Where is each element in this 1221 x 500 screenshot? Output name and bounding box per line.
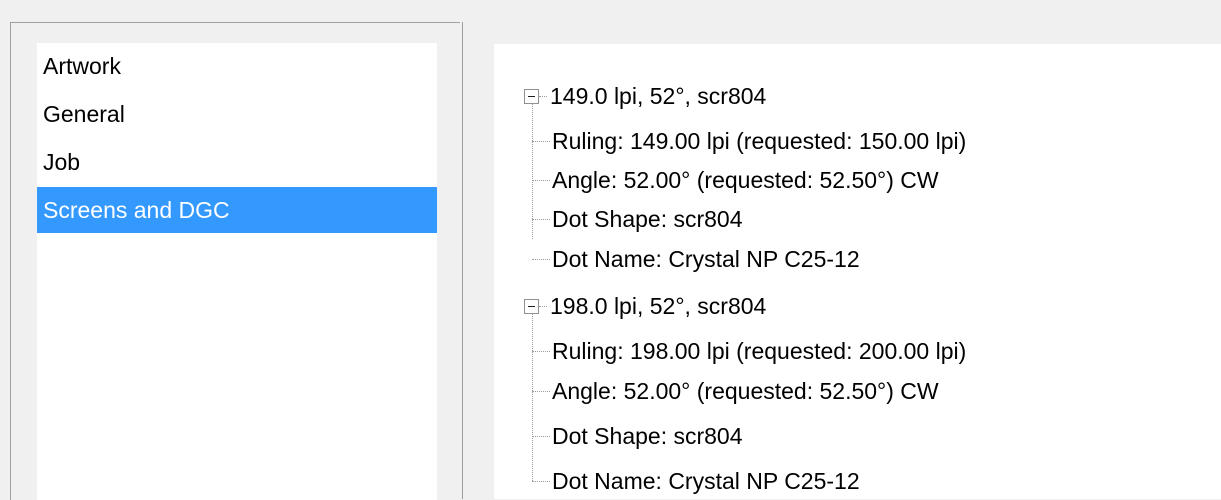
tree-leaf-dot-shape[interactable]: Dot Shape: scr804 (552, 205, 743, 233)
tree-node-screen-1[interactable]: 149.0 lpi, 52°, scr804 (550, 82, 766, 110)
category-item-job[interactable]: Job (37, 139, 437, 185)
tree-connector (532, 219, 550, 220)
tree-leaf-ruling[interactable]: Ruling: 149.00 lpi (requested: 150.00 lp… (552, 127, 966, 155)
screens-tree[interactable]: 149.0 lpi, 52°, scr804 Ruling: 149.00 lp… (494, 44, 1221, 499)
panel-splitter[interactable] (462, 22, 466, 499)
tree-connector (532, 259, 550, 260)
category-list-panel: Artwork General Job Screens and DGC (10, 22, 460, 500)
category-item-general[interactable]: General (37, 91, 437, 137)
tree-leaf-ruling[interactable]: Ruling: 198.00 lpi (requested: 200.00 lp… (552, 337, 966, 365)
tree-connector (532, 314, 533, 481)
tree-node-screen-2[interactable]: 198.0 lpi, 52°, scr804 (550, 292, 766, 320)
screens-tree-panel: 149.0 lpi, 52°, scr804 Ruling: 149.00 lp… (468, 22, 1221, 499)
category-list[interactable]: Artwork General Job Screens and DGC (37, 43, 437, 500)
tree-connector (539, 96, 547, 97)
collapse-toggle-icon[interactable] (524, 299, 539, 314)
tree-connector (539, 306, 547, 307)
tree-leaf-angle[interactable]: Angle: 52.00° (requested: 52.50°) CW (552, 166, 939, 194)
tree-connector (532, 180, 550, 181)
category-item-screens-and-dgc[interactable]: Screens and DGC (37, 187, 437, 233)
tree-connector (532, 351, 550, 352)
category-item-artwork[interactable]: Artwork (37, 43, 437, 89)
tree-leaf-dot-name[interactable]: Dot Name: Crystal NP C25-12 (552, 467, 860, 495)
tree-connector (532, 481, 550, 482)
tree-connector (532, 436, 550, 437)
collapse-toggle-icon[interactable] (524, 89, 539, 104)
tree-connector (532, 141, 550, 142)
tree-connector (532, 391, 550, 392)
properties-window: Artwork General Job Screens and DGC 149.… (0, 0, 1221, 500)
tree-leaf-dot-name[interactable]: Dot Name: Crystal NP C25-12 (552, 245, 860, 273)
tree-leaf-angle[interactable]: Angle: 52.00° (requested: 52.50°) CW (552, 377, 939, 405)
tree-leaf-dot-shape[interactable]: Dot Shape: scr804 (552, 422, 743, 450)
